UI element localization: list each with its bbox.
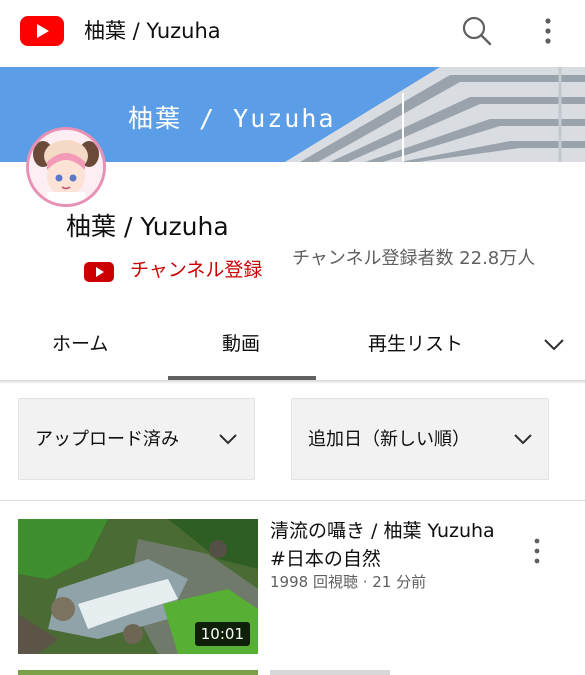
search-icon[interactable] <box>460 14 494 48</box>
tab-home[interactable]: ホーム <box>52 330 108 358</box>
tabs-shadow <box>0 380 585 384</box>
channel-tabs: ホーム 動画 再生リスト <box>0 310 585 381</box>
subscriber-count: チャンネル登録者数 22.8万人 <box>292 248 536 269</box>
section-divider <box>0 500 585 501</box>
more-vert-icon[interactable] <box>533 14 563 48</box>
video-duration: 10:01 <box>194 622 250 646</box>
more-vert-icon[interactable] <box>528 534 546 568</box>
tab-playlists[interactable]: 再生リスト <box>368 330 463 358</box>
chevron-down-icon <box>219 434 237 445</box>
video-title[interactable]: 清流の囁き / 柚葉 Yuzuha #日本の自然 <box>270 517 514 573</box>
banner-title: 柚葉 / Yuzuha <box>128 104 336 133</box>
upload-filter-dropdown[interactable]: アップロード済み <box>18 398 255 480</box>
chevron-down-icon[interactable] <box>542 332 566 356</box>
chevron-down-icon <box>514 434 532 445</box>
next-video-title[interactable] <box>270 670 390 675</box>
video-meta: 1998 回視聴 · 21 分前 <box>270 573 427 591</box>
sort-label: 追加日（新しい順） <box>308 429 470 450</box>
subscribe-button[interactable]: チャンネル登録 <box>130 256 262 284</box>
next-video-thumbnail[interactable] <box>18 670 258 675</box>
youtube-logo-icon[interactable] <box>20 16 64 46</box>
channel-name: 柚葉 / Yuzuha <box>66 212 229 241</box>
youtube-subscribe-icon[interactable] <box>84 262 114 282</box>
top-app-bar: 柚葉 / Yuzuha <box>0 0 585 64</box>
tab-videos[interactable]: 動画 <box>222 330 260 358</box>
upload-filter-label: アップロード済み <box>35 429 179 450</box>
sort-dropdown[interactable]: 追加日（新しい順） <box>291 398 549 480</box>
page-title: 柚葉 / Yuzuha <box>84 19 221 43</box>
channel-avatar[interactable] <box>26 127 106 207</box>
video-thumbnail[interactable]: 10:01 <box>18 519 258 654</box>
avatar-illustration <box>29 130 103 204</box>
